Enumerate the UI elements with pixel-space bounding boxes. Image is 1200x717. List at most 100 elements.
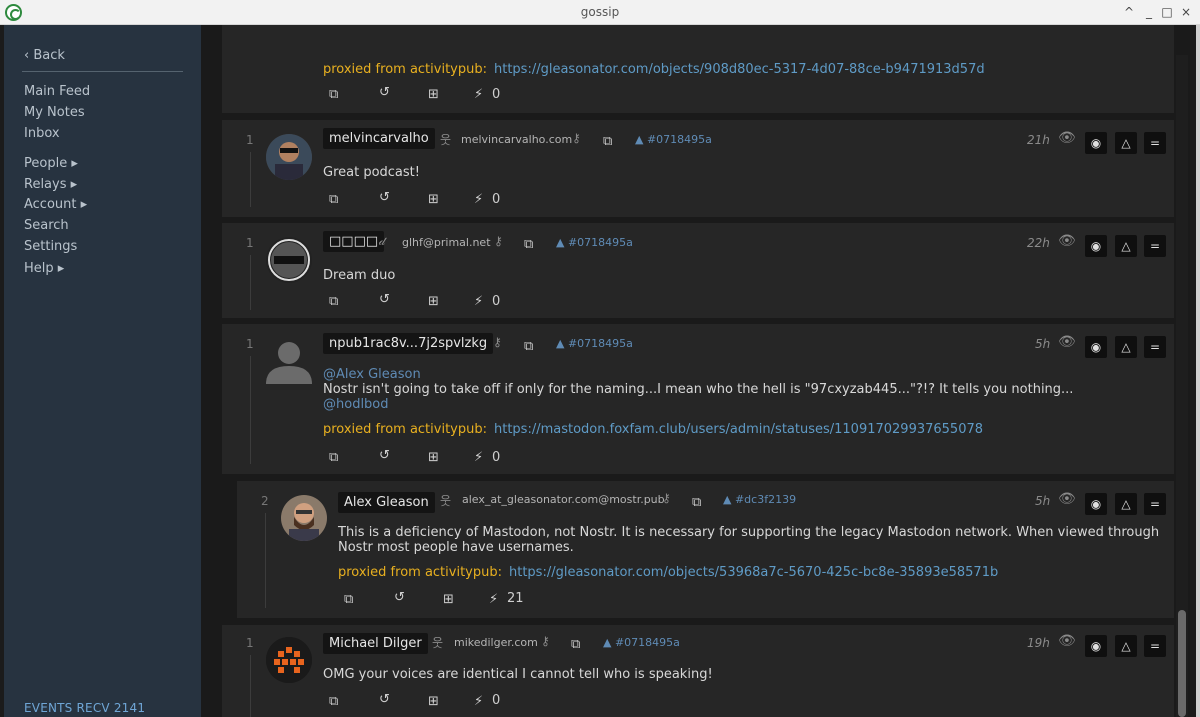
window-minimize-button[interactable]: _ xyxy=(1141,3,1157,21)
back-link[interactable]: ‹ Back xyxy=(24,48,65,63)
sidebar-item-people[interactable]: People ▸ xyxy=(24,156,78,171)
zap-icon[interactable]: ⚡ xyxy=(474,192,483,207)
reply-icon[interactable]: ↺ xyxy=(379,692,390,707)
reply-icon[interactable]: ↺ xyxy=(379,190,390,205)
quote-icon[interactable]: ⊞ xyxy=(428,87,439,102)
eye-icon[interactable]: 👁 xyxy=(1058,233,1076,249)
quote-icon[interactable]: ⊞ xyxy=(428,450,439,465)
key-icon[interactable]: ⚷ xyxy=(662,491,671,505)
sidebar-item-relays[interactable]: Relays ▸ xyxy=(24,177,77,192)
key-icon[interactable]: ⚷ xyxy=(494,234,503,248)
eye-icon[interactable]: 👁 xyxy=(1058,633,1076,649)
menu-button[interactable]: = xyxy=(1144,235,1166,257)
author-name[interactable]: □□□□ xyxy=(323,231,385,252)
sidebar-item-account[interactable]: Account ▸ xyxy=(24,197,87,212)
eye-icon[interactable]: 👁 xyxy=(1058,491,1076,507)
reply-icon[interactable]: ↺ xyxy=(394,590,405,605)
copy-icon[interactable]: ⧉ xyxy=(344,592,353,607)
key-icon[interactable]: ⚷ xyxy=(541,634,550,648)
author-name[interactable]: Michael Dilger xyxy=(323,633,428,654)
reply-ref-link[interactable]: ▲ #0718495a xyxy=(603,636,680,649)
reply-ref-link[interactable]: ▲ #0718495a xyxy=(556,236,633,249)
pin-button[interactable]: ◉ xyxy=(1085,235,1107,257)
upvote-button[interactable]: △ xyxy=(1115,493,1137,515)
reply-icon[interactable]: ↺ xyxy=(379,448,390,463)
proxy-url-link[interactable]: https://gleasonator.com/objects/53968a7c… xyxy=(509,565,998,580)
zap-icon[interactable]: ⚡ xyxy=(474,294,483,309)
note-content: Nostr isn't going to take off if only fo… xyxy=(323,382,1074,397)
feed-scrollbar[interactable] xyxy=(1176,55,1188,717)
sidebar-item-settings[interactable]: Settings xyxy=(24,239,77,254)
copy-icon[interactable]: ⧉ xyxy=(571,637,580,652)
zap-icon[interactable]: ⚡ xyxy=(474,694,483,709)
copy-icon[interactable]: ⧉ xyxy=(524,237,533,252)
reply-ref-link[interactable]: ▲ #dc3f2139 xyxy=(723,493,796,506)
avatar[interactable] xyxy=(266,637,312,683)
avatar[interactable] xyxy=(281,495,327,541)
copy-icon[interactable]: ⧉ xyxy=(329,294,338,309)
reply-icon[interactable]: ↺ xyxy=(379,85,390,100)
zap-icon[interactable]: ⚡ xyxy=(474,87,483,102)
sidebar-item-inbox[interactable]: Inbox xyxy=(24,126,60,141)
note-content: This is a deficiency of Mastodon, not No… xyxy=(338,525,1160,540)
upvote-button[interactable]: △ xyxy=(1115,635,1137,657)
sidebar-item-main-feed[interactable]: Main Feed xyxy=(24,84,90,99)
pin-button[interactable]: ◉ xyxy=(1085,336,1107,358)
copy-icon[interactable]: ⧉ xyxy=(329,694,338,709)
app-window: gossip ^ _ □ × ‹ Back Main Feed My Notes… xyxy=(0,0,1200,717)
proxy-url-link[interactable]: https://mastodon.foxfam.club/users/admin… xyxy=(494,422,983,437)
window-maximize-button[interactable]: □ xyxy=(1159,3,1175,21)
copy-icon[interactable]: ⧉ xyxy=(329,87,338,102)
zap-count: 0 xyxy=(492,693,501,708)
copy-icon[interactable]: ⧉ xyxy=(692,495,701,510)
author-name[interactable]: melvincarvalho xyxy=(323,128,435,149)
upvote-button[interactable]: △ xyxy=(1115,235,1137,257)
zap-icon[interactable]: ⚡ xyxy=(474,450,483,465)
upvote-button[interactable]: △ xyxy=(1115,132,1137,154)
pin-button[interactable]: ◉ xyxy=(1085,493,1107,515)
scrollbar-thumb[interactable] xyxy=(1178,610,1186,717)
eye-icon[interactable]: 👁 xyxy=(1058,130,1076,146)
quote-icon[interactable]: ⊞ xyxy=(443,592,454,607)
avatar[interactable] xyxy=(266,237,312,283)
sidebar-item-my-notes[interactable]: My Notes xyxy=(24,105,85,120)
person-icon: 웃 xyxy=(440,133,452,147)
quote-icon[interactable]: ⊞ xyxy=(428,294,439,309)
author-name[interactable]: Alex Gleason xyxy=(338,492,435,513)
note-card: 2 Alex Gleason 웃 alex_at_gleasonator.com… xyxy=(237,481,1174,618)
reply-count: 1 xyxy=(246,236,254,250)
sidebar-item-help[interactable]: Help ▸ xyxy=(24,261,64,276)
copy-icon[interactable]: ⧉ xyxy=(329,450,338,465)
proxy-url-link[interactable]: https://gleasonator.com/objects/908d80ec… xyxy=(494,62,985,77)
menu-button[interactable]: = xyxy=(1144,132,1166,154)
copy-icon[interactable]: ⧉ xyxy=(329,192,338,207)
upvote-button[interactable]: △ xyxy=(1115,336,1137,358)
menu-button[interactable]: = xyxy=(1144,336,1166,358)
zap-count: 21 xyxy=(507,591,524,606)
avatar[interactable] xyxy=(266,134,312,180)
menu-button[interactable]: = xyxy=(1144,635,1166,657)
reply-ref-link[interactable]: ▲ #0718495a xyxy=(635,133,712,146)
reply-icon[interactable]: ↺ xyxy=(379,292,390,307)
note-card: 1 npub1rac8v...7j2spvlzkg ⚷ ⧉ ▲ #0718495… xyxy=(222,324,1174,474)
quote-icon[interactable]: ⊞ xyxy=(428,694,439,709)
key-icon[interactable]: ⚷ xyxy=(572,131,581,145)
menu-button[interactable]: = xyxy=(1144,493,1166,515)
copy-icon[interactable]: ⧉ xyxy=(524,339,533,354)
window-close-button[interactable]: × xyxy=(1178,3,1194,21)
reply-ref-link[interactable]: ▲ #0718495a xyxy=(556,337,633,350)
author-name[interactable]: npub1rac8v...7j2spvlzkg xyxy=(323,333,494,354)
eye-icon[interactable]: 👁 xyxy=(1058,334,1076,350)
default-avatar-icon[interactable] xyxy=(266,338,312,384)
pin-button[interactable]: ◉ xyxy=(1085,635,1107,657)
quote-icon[interactable]: ⊞ xyxy=(428,192,439,207)
copy-icon[interactable]: ⧉ xyxy=(603,134,612,149)
thread-line xyxy=(250,356,251,464)
mention-link[interactable]: @Alex Gleason xyxy=(323,367,421,382)
key-icon[interactable]: ⚷ xyxy=(493,335,502,349)
sidebar-item-search[interactable]: Search xyxy=(24,218,69,233)
zap-icon[interactable]: ⚡ xyxy=(489,592,498,607)
pin-button[interactable]: ◉ xyxy=(1085,132,1107,154)
window-shade-button[interactable]: ^ xyxy=(1121,3,1137,21)
mention-link[interactable]: @hodlbod xyxy=(323,397,389,412)
